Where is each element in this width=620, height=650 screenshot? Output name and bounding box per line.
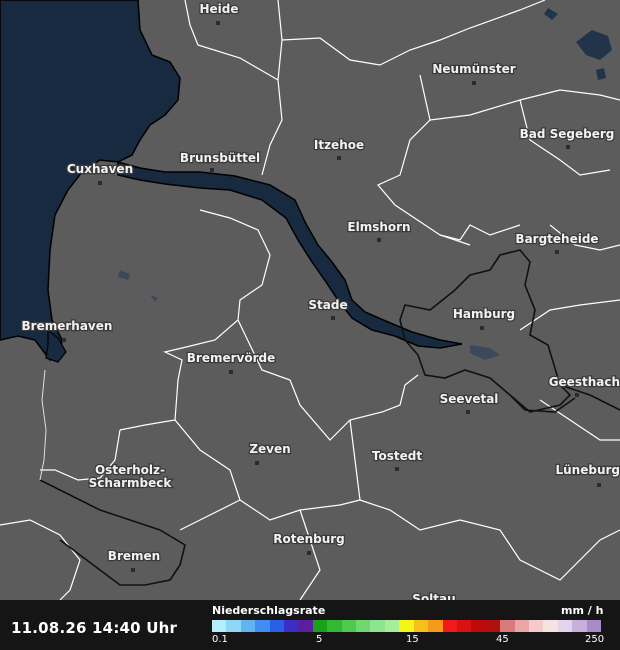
city-dot — [131, 568, 135, 572]
city-dot — [337, 156, 341, 160]
map-canvas[interactable]: Heide Neumünster Bad Segeberg Itzehoe Br… — [0, 0, 620, 600]
scale-swatch — [284, 620, 299, 632]
scale-swatch — [528, 620, 544, 632]
city-label-heide: Heide — [199, 2, 238, 16]
scale-tick-label: 15 — [406, 634, 419, 645]
scale-tick-label: 5 — [316, 634, 323, 645]
city-label-hamburg: Hamburg — [453, 307, 515, 321]
legend-title: Niederschlagsrate — [212, 604, 326, 617]
city-dot — [98, 181, 102, 185]
scale-swatch — [442, 620, 457, 632]
city-dot — [377, 238, 381, 242]
city-label-stade: Stade — [308, 298, 347, 312]
city-dot — [255, 461, 259, 465]
city-label-bargteheide: Bargteheide — [515, 232, 598, 246]
timestamp: 11.08.26 14:40 Uhr — [11, 619, 178, 637]
scale-swatch — [543, 620, 558, 632]
scale-swatch — [557, 620, 573, 632]
scale-swatch — [413, 620, 429, 632]
scale-swatch — [399, 620, 414, 632]
city-label-zeven: Zeven — [249, 442, 290, 456]
city-label-bremerhaven: Bremerhaven — [22, 319, 113, 333]
scale-swatch — [226, 620, 241, 632]
city-dot — [575, 393, 579, 397]
city-dot — [472, 81, 476, 85]
city-dot — [597, 483, 601, 487]
scale-swatch — [384, 620, 400, 632]
city-dot — [62, 338, 66, 342]
city-label-bremen: Bremen — [108, 549, 160, 563]
city-dot — [210, 168, 214, 172]
city-label-cuxhaven: Cuxhaven — [67, 162, 133, 176]
scale-swatch — [572, 620, 587, 632]
city-dot — [566, 145, 570, 149]
city-label-geesthacht: Geesthach — [549, 375, 620, 389]
scale-swatch — [428, 620, 443, 632]
city-label-soltau: Soltau — [412, 592, 455, 600]
city-dot — [466, 410, 470, 414]
scale-tick-label: 45 — [496, 634, 509, 645]
scale-swatch — [298, 620, 313, 632]
city-label-bremervoerde: Bremervörde — [187, 351, 275, 365]
scale-swatch — [370, 620, 385, 632]
scale-swatch — [356, 620, 371, 632]
radar-map-view: Heide Neumünster Bad Segeberg Itzehoe Br… — [0, 0, 620, 650]
city-label-tostedt: Tostedt — [372, 449, 422, 463]
scale-swatch — [485, 620, 501, 632]
scale-tick-label: 0.1 — [212, 634, 228, 645]
scale-swatch — [456, 620, 472, 632]
city-dot — [480, 326, 484, 330]
city-dot — [395, 467, 399, 471]
city-label-elmshorn: Elmshorn — [347, 220, 410, 234]
city-label-rotenburg: Rotenburg — [273, 532, 345, 546]
scale-tick-label: 250 — [585, 634, 605, 645]
city-label-lueneburg: Lüneburg — [555, 463, 620, 477]
scale-swatch — [212, 620, 227, 632]
scale-swatch — [586, 620, 601, 632]
city-label-osterholz: Osterholz- — [95, 463, 165, 477]
city-label-scharmbeck: Scharmbeck — [89, 476, 173, 490]
scale-swatch — [269, 620, 285, 632]
precipitation-color-scale — [212, 620, 601, 632]
scale-swatch — [341, 620, 357, 632]
city-dot — [216, 21, 220, 25]
scale-swatch — [255, 620, 270, 632]
scale-swatch — [312, 620, 328, 632]
city-label-brunsbuettel: Brunsbüttel — [180, 151, 260, 165]
city-label-bad-segeberg: Bad Segeberg — [520, 127, 615, 141]
legend-unit: mm / h — [561, 604, 604, 617]
info-bar: 11.08.26 14:40 Uhr Niederschlagsrate mm … — [0, 600, 620, 650]
scale-swatch — [327, 620, 342, 632]
city-label-neumuenster: Neumünster — [432, 62, 515, 76]
scale-swatch — [240, 620, 256, 632]
city-dot — [229, 370, 233, 374]
scale-swatch — [471, 620, 486, 632]
city-label-seevetal: Seevetal — [440, 392, 499, 406]
city-dot — [555, 250, 559, 254]
city-label-itzehoe: Itzehoe — [314, 138, 364, 152]
scale-swatch — [500, 620, 515, 632]
city-dot — [331, 316, 335, 320]
scale-swatch — [514, 620, 529, 632]
city-dot — [307, 551, 311, 555]
